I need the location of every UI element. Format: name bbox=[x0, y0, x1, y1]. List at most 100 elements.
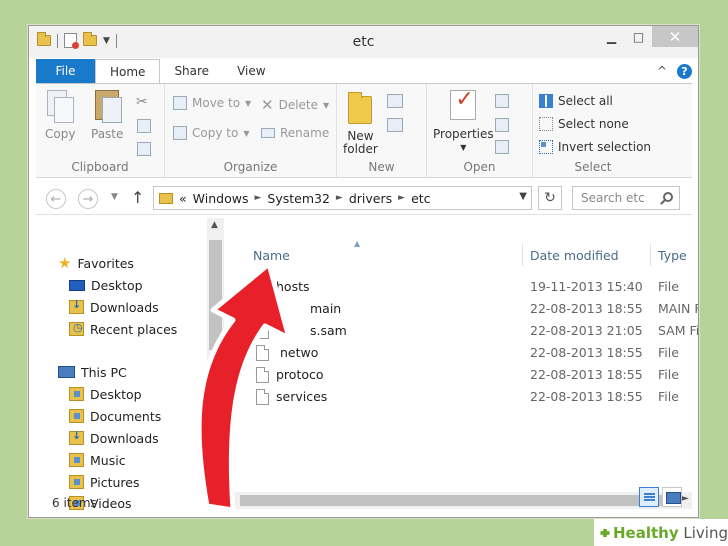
recent-locations-icon[interactable]: ▼ bbox=[111, 192, 118, 202]
recent-places-icon bbox=[69, 321, 84, 336]
copy-to-icon bbox=[173, 126, 187, 140]
minimize-ribbon-icon[interactable]: ^ bbox=[657, 64, 667, 78]
breadcrumb-system32[interactable]: System32 bbox=[267, 191, 330, 206]
address-overflow[interactable]: « bbox=[179, 191, 187, 206]
forward-button[interactable]: → bbox=[78, 189, 98, 209]
copy-button[interactable]: Copy bbox=[45, 90, 75, 141]
copy-path-icon[interactable] bbox=[137, 119, 151, 133]
column-divider[interactable] bbox=[522, 244, 523, 266]
nav-item-label: Desktop bbox=[90, 386, 142, 402]
folder-icon bbox=[159, 192, 173, 204]
move-to-button[interactable]: Move to ▼ bbox=[173, 96, 251, 110]
select-all-label: Select all bbox=[558, 94, 613, 108]
large-icons-view-button[interactable] bbox=[662, 487, 682, 507]
column-divider[interactable] bbox=[650, 244, 651, 266]
nav-pc-music[interactable]: Music bbox=[69, 450, 126, 470]
maximize-button[interactable]: □ bbox=[625, 26, 652, 47]
table-row[interactable]: protoco 22-08-2013 18:55 File bbox=[224, 364, 692, 386]
breadcrumb-windows[interactable]: Windows bbox=[193, 191, 249, 206]
column-header-name[interactable]: Name bbox=[253, 248, 290, 263]
nav-fav-recent[interactable]: Recent places bbox=[69, 319, 177, 339]
desktop-folder-icon bbox=[69, 387, 84, 401]
select-none-label: Select none bbox=[558, 117, 629, 131]
table-row[interactable]: hosts 19-11-2013 15:40 File bbox=[224, 276, 692, 298]
breadcrumb-drivers[interactable]: drivers bbox=[349, 191, 392, 206]
easy-access-icon[interactable] bbox=[387, 118, 403, 132]
nav-pc-desktop[interactable]: Desktop bbox=[69, 384, 142, 404]
breadcrumb-etc[interactable]: etc bbox=[411, 191, 430, 206]
file-icon bbox=[256, 367, 269, 383]
close-button[interactable]: ✕ bbox=[652, 26, 698, 47]
up-button[interactable]: ↑ bbox=[131, 188, 144, 207]
rename-button[interactable]: Rename bbox=[261, 126, 329, 140]
brand-healthy: Healthy bbox=[612, 523, 679, 542]
horizontal-scrollbar[interactable]: ► bbox=[224, 492, 692, 509]
select-none-button[interactable]: Select none bbox=[539, 117, 629, 131]
properties-button[interactable]: Properties ▼ bbox=[433, 90, 494, 154]
table-row[interactable]: services 22-08-2013 18:55 File bbox=[224, 386, 692, 408]
table-row[interactable]: s.sam 22-08-2013 21:05 SAM File bbox=[224, 320, 698, 342]
ribbon-controls: ^ ? bbox=[657, 59, 692, 83]
open-icon[interactable] bbox=[495, 94, 509, 108]
delete-button[interactable]: ✕ Delete ▼ bbox=[261, 96, 329, 114]
file-date: 22-08-2013 18:55 bbox=[530, 389, 643, 404]
nav-fav-downloads[interactable]: Downloads bbox=[69, 297, 159, 317]
table-row[interactable]: main 22-08-2013 18:55 MAIN File bbox=[224, 298, 698, 320]
nav-favorites[interactable]: ★ Favorites bbox=[58, 253, 134, 273]
paste-button[interactable]: Paste bbox=[91, 90, 123, 141]
search-input[interactable]: Search etc bbox=[572, 186, 680, 210]
nav-pc-documents[interactable]: Documents bbox=[69, 406, 161, 426]
nav-this-pc[interactable]: This PC bbox=[58, 362, 127, 382]
invert-selection-button[interactable]: Invert selection bbox=[539, 140, 651, 154]
select-all-button[interactable]: Select all bbox=[539, 94, 613, 108]
address-bar[interactable]: « Windows ► System32 ► drivers ► etc ▼ bbox=[153, 186, 532, 210]
details-view-button[interactable] bbox=[639, 487, 659, 507]
scrollbar-thumb[interactable] bbox=[209, 240, 222, 350]
column-header-date[interactable]: Date modified bbox=[530, 248, 619, 263]
new-folder-button[interactable]: New folder bbox=[343, 90, 378, 156]
edit-icon[interactable] bbox=[495, 118, 509, 132]
rename-label: Rename bbox=[280, 126, 330, 140]
file-name: services bbox=[276, 389, 328, 404]
search-placeholder: Search etc bbox=[581, 191, 645, 205]
chevron-right-icon[interactable]: ► bbox=[336, 193, 343, 203]
tab-view[interactable]: View bbox=[223, 59, 279, 83]
nav-pane-scrollbar[interactable]: ▲ ▼ bbox=[207, 218, 224, 489]
status-bar: 6 items bbox=[36, 491, 206, 515]
tab-file[interactable]: File bbox=[36, 59, 95, 83]
ribbon-tabs: File Home Share View ^ ? bbox=[36, 59, 692, 83]
column-header-type[interactable]: Type bbox=[658, 248, 687, 263]
navigation-pane: ★ Favorites Desktop Downloads Recent pla… bbox=[36, 218, 204, 490]
file-icon bbox=[256, 279, 269, 295]
scroll-down-icon[interactable]: ▼ bbox=[211, 477, 218, 487]
item-count: 6 items bbox=[52, 496, 97, 510]
move-to-label: Move to bbox=[192, 96, 241, 110]
dropdown-arrow-icon: ▼ bbox=[460, 143, 467, 152]
chevron-down-icon[interactable]: ▼ bbox=[519, 191, 527, 202]
nav-pc-downloads[interactable]: Downloads bbox=[69, 428, 159, 448]
nav-fav-desktop[interactable]: Desktop bbox=[69, 275, 143, 295]
tab-home[interactable]: Home bbox=[95, 59, 161, 83]
copy-to-button[interactable]: Copy to ▼ bbox=[173, 126, 249, 140]
scrollbar-thumb[interactable] bbox=[240, 495, 677, 506]
help-icon[interactable]: ? bbox=[677, 63, 692, 79]
chevron-right-icon[interactable]: ► bbox=[398, 193, 405, 203]
nav-item-label: Recent places bbox=[90, 321, 178, 337]
file-type: File bbox=[658, 389, 679, 404]
paste-shortcut-icon[interactable] bbox=[137, 142, 151, 156]
file-icon bbox=[256, 323, 269, 339]
history-icon[interactable] bbox=[495, 140, 509, 154]
minimize-button[interactable]: ▁ bbox=[598, 26, 625, 47]
delete-label: Delete bbox=[278, 98, 319, 112]
scroll-right-icon[interactable]: ► bbox=[681, 493, 689, 504]
file-type: File bbox=[658, 279, 679, 294]
new-item-icon[interactable] bbox=[387, 94, 403, 108]
chevron-right-icon[interactable]: ► bbox=[254, 193, 261, 203]
refresh-button[interactable]: ↻ bbox=[538, 186, 562, 210]
nav-pc-pictures[interactable]: Pictures bbox=[69, 472, 140, 492]
table-row[interactable]: netwo 22-08-2013 18:55 File bbox=[224, 342, 692, 364]
cut-icon[interactable]: ✂ bbox=[136, 94, 150, 110]
tab-share[interactable]: Share bbox=[160, 59, 223, 83]
scroll-up-icon[interactable]: ▲ bbox=[211, 220, 218, 230]
back-button[interactable]: ← bbox=[46, 189, 66, 209]
